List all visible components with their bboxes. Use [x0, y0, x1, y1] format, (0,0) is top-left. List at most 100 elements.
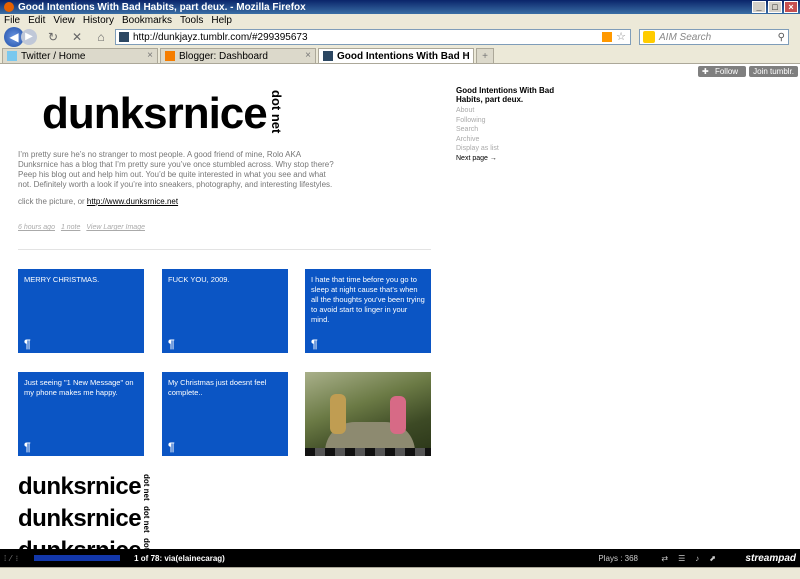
tumblr-controls: ✚ Follow Join tumblr. [698, 66, 798, 77]
tile-text: Just seeing "1 New Message" on my phone … [24, 378, 134, 397]
photo-bottom-strip [305, 448, 431, 456]
navigation-toolbar: ◀ ▶ ↻ ✕ ⌂ http://dunkjayz.tumblr.com/#29… [0, 26, 800, 48]
close-tab-icon[interactable]: × [463, 50, 469, 61]
logo-main-text: dunksrnice [42, 89, 268, 138]
pilcrow-icon: ¶ [311, 337, 318, 351]
menu-file[interactable]: File [4, 15, 20, 26]
tab-good-intentions[interactable]: Good Intentions With Bad Habits,... × [318, 48, 474, 63]
search-icon[interactable]: ⚲ [778, 32, 785, 43]
player-shuffle-icon[interactable]: ⇄ [661, 554, 668, 563]
forward-button[interactable]: ▶ [21, 29, 37, 45]
close-tab-icon[interactable]: × [147, 50, 153, 61]
click-prefix: click the picture, or [18, 197, 87, 206]
minimize-button[interactable]: _ [752, 1, 766, 13]
logo-side-text: dot net [142, 474, 152, 501]
logo-row: dunksrnice dot net [18, 472, 152, 504]
home-icon[interactable]: ⌂ [93, 29, 109, 45]
logo-main-text: dunksrnice [18, 505, 142, 532]
pilcrow-icon: ¶ [168, 337, 175, 351]
logo-row: dunksrnice dot net [18, 536, 151, 549]
player-volume-icon[interactable]: ⁝ [16, 554, 19, 563]
join-tumblr-button[interactable]: Join tumblr. [749, 66, 798, 77]
sidebar-archive[interactable]: Archive [456, 135, 566, 145]
player-track-info: 1 of 78: via(elainecarag) [134, 553, 225, 563]
post-body: I’m pretty sure he’s no stranger to most… [18, 150, 334, 189]
menu-help[interactable]: Help [211, 15, 232, 26]
player-prev-icon[interactable]: ⁞ [4, 554, 6, 563]
reload-icon[interactable]: ↻ [45, 29, 61, 45]
follow-button[interactable]: ✚ Follow [698, 66, 747, 77]
logo-main-text: dunksrnice [18, 473, 142, 500]
menu-bar: File Edit View History Bookmarks Tools H… [0, 14, 800, 26]
rss-icon[interactable] [602, 32, 612, 42]
photo-post-tile[interactable] [305, 372, 431, 456]
new-tab-button[interactable]: + [476, 48, 494, 63]
post-time-link[interactable]: 6 hours ago [18, 224, 55, 231]
post-notes-link[interactable]: 1 note [61, 224, 80, 231]
player-popout-icon[interactable]: ⬈ [709, 554, 716, 563]
menu-tools[interactable]: Tools [180, 15, 203, 26]
player-icons: ⇄ ☰ ♪ ⬈ [661, 554, 716, 563]
text-post-tile[interactable]: FUCK YOU, 2009. ¶ [162, 269, 288, 353]
tab-twitter[interactable]: Twitter / Home × [2, 48, 158, 63]
close-tab-icon[interactable]: × [305, 50, 311, 61]
stop-icon[interactable]: ✕ [69, 29, 85, 45]
tab-label: Good Intentions With Bad Habits,... [337, 50, 469, 62]
dunksrnice-link[interactable]: http://www.dunksrnice.net [87, 197, 178, 206]
tab-blogger[interactable]: Blogger: Dashboard × [160, 48, 316, 63]
menu-edit[interactable]: Edit [28, 15, 45, 26]
blog-sidebar: Good Intentions With Bad Habits, part de… [456, 86, 566, 163]
text-post-tile[interactable]: I hate that time before you go to sleep … [305, 269, 431, 353]
pilcrow-icon: ¶ [168, 440, 175, 454]
post-divider [18, 249, 431, 250]
post-link-line: click the picture, or http://www.dunksrn… [18, 197, 178, 206]
player-play-icon[interactable]: ⁄ [10, 554, 11, 563]
sidebar-display-list[interactable]: Display as list [456, 144, 566, 154]
logo-row: dunksrnice dot net [18, 504, 151, 536]
streampad-logo[interactable]: streampad [745, 553, 796, 564]
tumblr-icon [323, 51, 333, 61]
streampad-player: ⁞ ⁄ ⁝ 1 of 78: via(elainecarag) Plays : … [0, 549, 800, 567]
page-content: ✚ Follow Join tumblr. dunksrnice dot net… [0, 64, 800, 549]
tile-text: MERRY CHRISTMAS. [24, 275, 100, 284]
menu-history[interactable]: History [83, 15, 114, 26]
logo-side-text: dot net [268, 90, 284, 134]
site-favicon [119, 32, 129, 42]
blog-title[interactable]: Good Intentions With Bad Habits, part de… [456, 86, 566, 104]
twitter-icon [7, 51, 17, 61]
sidebar-search[interactable]: Search [456, 125, 566, 135]
tile-text: FUCK YOU, 2009. [168, 275, 230, 284]
player-speaker-icon[interactable]: ♪ [695, 554, 699, 563]
sidebar-following[interactable]: Following [456, 116, 566, 126]
menu-bookmarks[interactable]: Bookmarks [122, 15, 172, 26]
status-bar [0, 567, 800, 579]
tile-text: I hate that time before you go to sleep … [311, 275, 425, 324]
bookmark-star-icon[interactable]: ☆ [616, 30, 626, 43]
close-window-button[interactable]: × [784, 1, 798, 13]
text-post-tile[interactable]: My Christmas just doesnt feel complete..… [162, 372, 288, 456]
window-title: Good Intentions With Bad Habits, part de… [18, 1, 306, 13]
tile-text: My Christmas just doesnt feel complete.. [168, 378, 267, 397]
sidebar-about[interactable]: About [456, 106, 566, 116]
pilcrow-icon: ¶ [24, 337, 31, 351]
post-image-logo[interactable]: dunksrnice dot net [42, 88, 322, 140]
photo-rider-right [390, 396, 406, 434]
photo-post-logos[interactable]: dunksrnice dot net dunksrnice dot net du… [18, 472, 152, 549]
window-controls: _ □ × [752, 1, 798, 13]
logo-side-text: dot net [142, 536, 151, 549]
text-post-tile[interactable]: Just seeing "1 New Message" on my phone … [18, 372, 144, 456]
menu-view[interactable]: View [53, 15, 75, 26]
view-larger-link[interactable]: View Larger Image [86, 224, 145, 231]
maximize-button[interactable]: □ [768, 1, 782, 13]
next-page-link[interactable]: Next page → [456, 154, 566, 164]
player-playlist-icon[interactable]: ☰ [678, 554, 685, 563]
blogger-icon [165, 51, 175, 61]
url-bar[interactable]: http://dunkjayz.tumblr.com/#299395673 ☆ [115, 29, 631, 45]
window-title-bar: Good Intentions With Bad Habits, part de… [0, 0, 800, 14]
tab-label: Twitter / Home [21, 50, 86, 62]
search-placeholder: AIM Search [659, 31, 712, 43]
player-progress-bar[interactable] [34, 555, 121, 561]
photo-rider-left [330, 394, 346, 434]
search-box[interactable]: AIM Search ⚲ [639, 29, 789, 45]
text-post-tile[interactable]: MERRY CHRISTMAS. ¶ [18, 269, 144, 353]
